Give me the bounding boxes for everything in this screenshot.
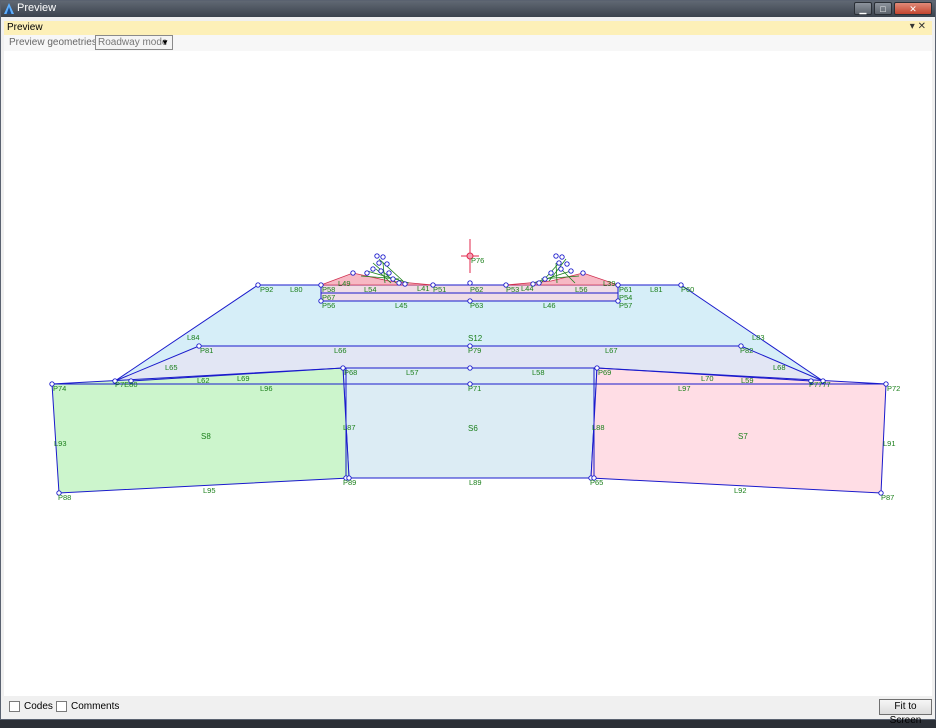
point-marker[interactable]	[402, 281, 408, 287]
line-label: L69	[237, 374, 250, 383]
point-marker[interactable]	[536, 280, 542, 286]
point-marker[interactable]	[553, 253, 559, 259]
point-label: P7E80	[115, 380, 138, 389]
point-label: P60	[681, 285, 694, 294]
point-label: P63	[470, 301, 483, 310]
point-label: P62	[470, 285, 483, 294]
point-marker[interactable]	[370, 266, 376, 272]
point-label: P57	[619, 301, 632, 310]
point-label: P69	[598, 368, 611, 377]
point-marker[interactable]	[396, 280, 402, 286]
line-label: L91	[883, 439, 896, 448]
point-label: P82	[740, 346, 753, 355]
line-label: L70	[701, 374, 714, 383]
shape-label: S8	[201, 432, 211, 441]
point-label: P88	[58, 493, 71, 502]
point-label: P74	[53, 384, 66, 393]
point-label: P87	[881, 493, 894, 502]
shape-label: S7	[738, 432, 748, 441]
point-label: P68	[344, 368, 357, 377]
point-label: P72	[887, 384, 900, 393]
line-label: L87	[343, 423, 356, 432]
point-label: P89	[343, 478, 356, 487]
shape-s8[interactable]	[51, 367, 350, 494]
point-marker[interactable]	[374, 253, 380, 259]
point-marker[interactable]	[568, 268, 574, 274]
line-label: L45	[395, 301, 408, 310]
point-label: P51	[433, 285, 446, 294]
point-marker[interactable]	[364, 270, 370, 276]
point-marker[interactable]	[556, 260, 562, 266]
point-label: P81	[200, 346, 213, 355]
line-label: L84	[187, 333, 200, 342]
bottom-bar: Codes Comments Fit to Screen	[4, 697, 932, 726]
line-label: L81	[650, 285, 663, 294]
point-label: P54	[619, 293, 632, 302]
point-label: P65	[590, 478, 603, 487]
line-label: L95	[203, 486, 216, 495]
line-label: L89	[469, 478, 482, 487]
point-marker[interactable]	[558, 266, 564, 272]
point-label: P67	[322, 293, 335, 302]
line-label: L97	[678, 384, 691, 393]
point-label: P92	[260, 285, 273, 294]
line-label: L49	[338, 279, 351, 288]
line-label: L44	[521, 284, 534, 293]
fit-to-screen-button[interactable]: Fit to Screen	[879, 699, 932, 726]
shape-label: S6	[468, 424, 478, 433]
line-label: L65	[165, 363, 178, 372]
shape-s7[interactable]	[590, 367, 887, 494]
shape-label: S12	[468, 334, 483, 343]
line-label: L66	[334, 346, 347, 355]
line-label: L67	[605, 346, 618, 355]
point-marker[interactable]	[548, 270, 554, 276]
line-label: L93	[54, 439, 67, 448]
line-label: L59	[741, 376, 754, 385]
line-label: L83	[752, 333, 765, 342]
point-marker[interactable]	[384, 261, 390, 267]
point-marker[interactable]	[580, 270, 586, 276]
line-label: L46	[543, 301, 556, 310]
point-marker[interactable]	[350, 270, 356, 276]
line-label: L96	[260, 384, 273, 393]
point-label: P7777	[809, 380, 831, 389]
point-marker[interactable]	[559, 254, 565, 260]
point-marker[interactable]	[376, 260, 382, 266]
point-label: P53	[506, 285, 519, 294]
point-label: P79	[468, 346, 481, 355]
preview-window: Preview ▁ □ ✕ Preview ▾ ✕ Preview geomet…	[0, 0, 936, 726]
line-label: L56	[575, 285, 588, 294]
line-label: L41	[417, 284, 430, 293]
point-marker[interactable]	[542, 276, 548, 282]
comments-checkbox[interactable]: Comments	[56, 701, 119, 712]
point-marker[interactable]	[564, 261, 570, 267]
checkbox-icon[interactable]	[9, 701, 20, 712]
line-label: L80	[290, 285, 303, 294]
codes-checkbox[interactable]: Codes	[9, 701, 53, 712]
checkbox-icon[interactable]	[56, 701, 67, 712]
line-label: L58	[532, 368, 545, 377]
point-marker[interactable]	[380, 254, 386, 260]
line-label: L68	[773, 363, 786, 372]
line-label: L39	[603, 279, 616, 288]
point-marker[interactable]	[390, 276, 396, 282]
point-label: P56	[322, 301, 335, 310]
line-label: L57	[406, 368, 419, 377]
geometry-preview-canvas[interactable]: S12 S6 S7 S8 P76 P79 P71 P81 P82 P74 P72…	[4, 51, 932, 696]
cross-section-drawing: S12 S6 S7 S8 P76 P79 P71 P81 P82 P74 P72…	[49, 239, 900, 502]
line-label: L54	[364, 285, 377, 294]
point-marker[interactable]	[467, 365, 473, 371]
point-marker[interactable]	[378, 268, 384, 274]
point-marker[interactable]	[386, 270, 392, 276]
codes-label: Codes	[24, 701, 53, 712]
line-label: L62	[197, 376, 210, 385]
line-label: L92	[734, 486, 747, 495]
line-label: L88	[592, 423, 605, 432]
point-label: P76	[471, 256, 484, 265]
comments-label: Comments	[71, 701, 120, 712]
point-label: P71	[468, 384, 481, 393]
